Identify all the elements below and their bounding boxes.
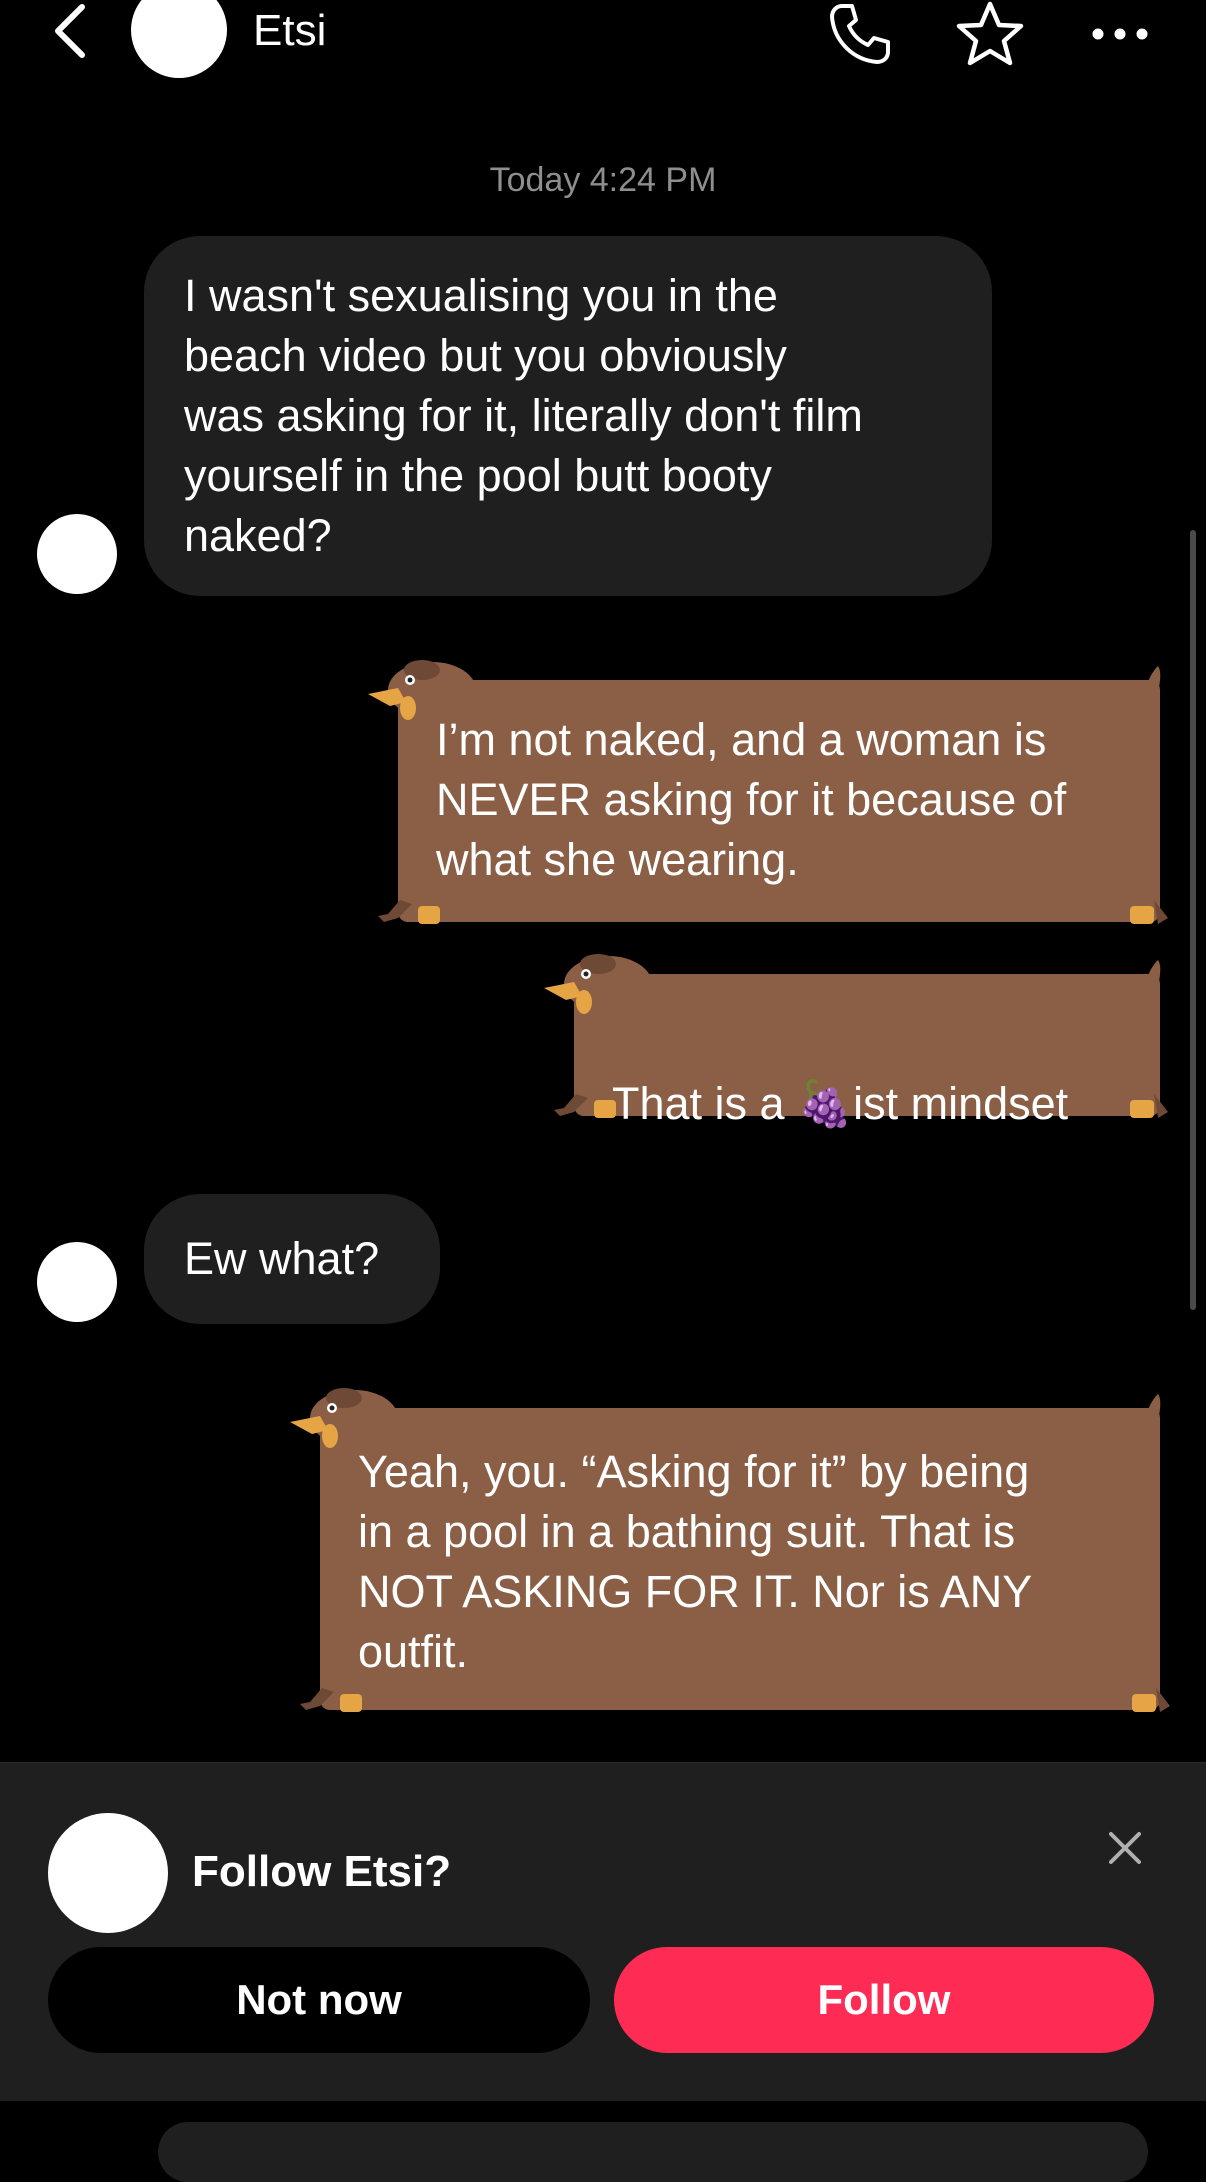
more-icon — [1092, 28, 1148, 40]
message-text: Yeah, you. “Asking for it” by being in a… — [358, 1446, 1033, 1677]
dachshund-tail-icon — [1146, 960, 1161, 988]
message-input-edge[interactable] — [158, 2122, 1148, 2182]
call-button[interactable] — [820, 0, 900, 74]
message-text-before: That is a — [612, 1078, 798, 1129]
message-text-after: ist mindset — [853, 1078, 1069, 1129]
message-text: I’m not naked, and a woman is NEVER aski… — [436, 714, 1067, 885]
follow-button[interactable]: Follow — [614, 1947, 1154, 2053]
dachshund-legs-icon — [300, 1688, 1170, 1712]
outgoing-message-bubble[interactable]: That is a 🍇ist mindset — [544, 954, 1168, 1129]
back-chevron-icon — [55, 4, 85, 58]
follow-avatar[interactable] — [48, 1813, 168, 1933]
message-text: Ew what? — [184, 1233, 380, 1284]
message-text: I wasn't sexualising you in the beach vi… — [184, 270, 863, 561]
contact-avatar[interactable] — [131, 0, 227, 78]
follow-prompt-panel: Follow Etsi? Not now Follow — [0, 1762, 1206, 2101]
outgoing-message-bubble[interactable]: I’m not naked, and a woman is NEVER aski… — [368, 660, 1168, 924]
grapes-emoji: 🍇 — [797, 1078, 854, 1129]
follow-question: Follow Etsi? — [192, 1847, 452, 1896]
message-text: That is a 🍇ist mindset — [612, 1014, 1068, 1134]
incoming-message-bubble[interactable]: I wasn't sexualising you in the beach vi… — [144, 236, 992, 596]
phone-icon — [830, 4, 890, 64]
close-icon — [1109, 1832, 1141, 1864]
not-now-button[interactable]: Not now — [48, 1947, 590, 2053]
close-follow-prompt-button[interactable] — [1100, 1823, 1150, 1873]
dachshund-tail-icon — [1146, 666, 1161, 694]
chat-scrollbar[interactable] — [1190, 530, 1196, 1310]
incoming-message-bubble[interactable]: Ew what? — [144, 1194, 440, 1324]
sender-avatar[interactable] — [37, 514, 117, 594]
dachshund-legs-icon — [378, 900, 1168, 924]
chat-header: Etsi — [0, 0, 1206, 110]
more-options-button[interactable] — [1080, 0, 1160, 74]
back-button[interactable] — [40, 0, 100, 62]
message-timestamp: Today 4:24 PM — [489, 161, 717, 199]
outgoing-message-bubble[interactable]: Yeah, you. “Asking for it” by being in a… — [290, 1388, 1170, 1712]
star-icon — [956, 1, 1024, 66]
sender-avatar[interactable] — [37, 1242, 117, 1322]
contact-name[interactable]: Etsi — [253, 4, 326, 58]
favorite-button[interactable] — [950, 0, 1030, 74]
dachshund-tail-icon — [1146, 1394, 1161, 1422]
